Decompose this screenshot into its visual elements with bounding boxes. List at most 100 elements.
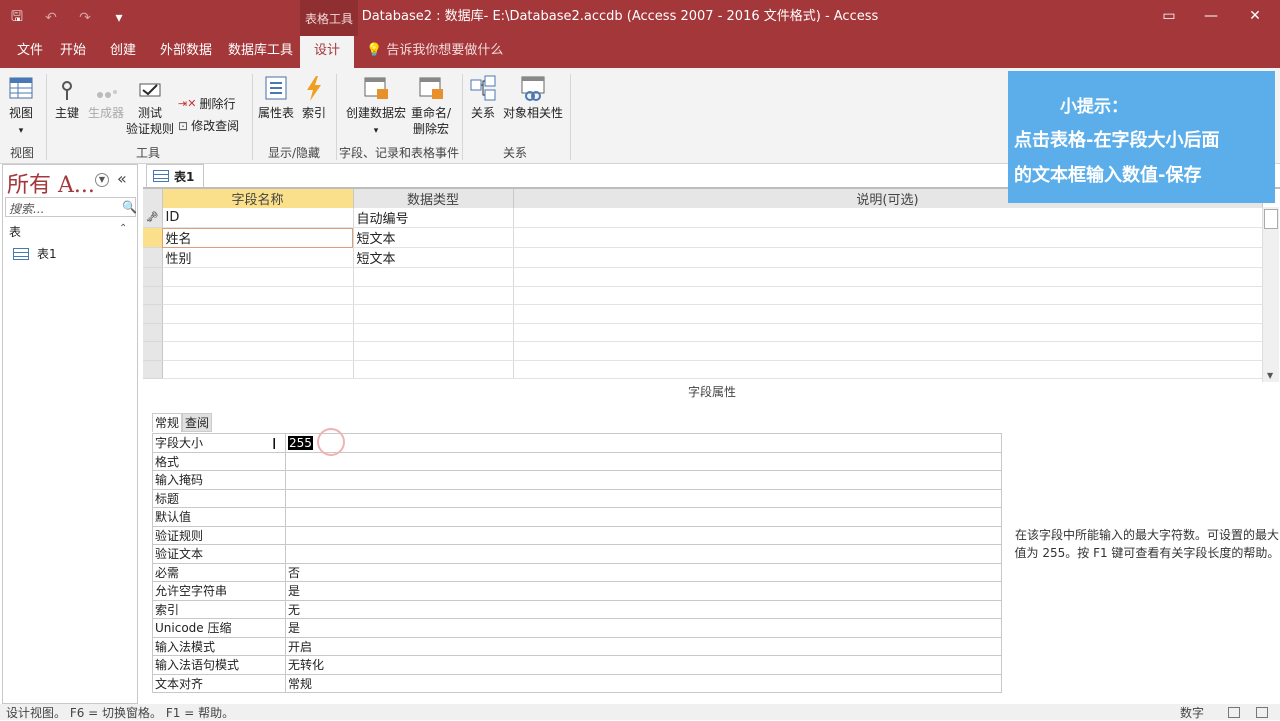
lightning-icon	[307, 76, 321, 101]
group-label-show-hide: 显示/隐藏	[267, 146, 321, 160]
table-row[interactable]	[143, 323, 1263, 342]
minimize-icon[interactable]: —	[1188, 0, 1234, 34]
tip-line-2: 的文本框输入数值-保存	[1014, 165, 1202, 186]
customize-qat-icon[interactable]: ▾	[102, 10, 136, 26]
vertical-scrollbar[interactable]: ▼	[1262, 207, 1279, 382]
text-cursor-icon: I	[272, 435, 277, 453]
status-bar: 设计视图。 F6 = 切换窗格。 F1 = 帮助。 数字	[0, 704, 1280, 720]
modify-lookups-icon: ⊡	[178, 118, 189, 133]
field-grid: 字段名称 数据类型 说明(可选) 🗝 ID 自动编号 姓名 短文本 性别 短文本	[143, 189, 1263, 379]
tip-overlay: 小提示： 点击表格-在字段大小后面 的文本框输入数值-保存	[1008, 71, 1275, 203]
field-size-input[interactable]: 255	[285, 433, 1002, 453]
table-row[interactable]: 姓名 短文本	[143, 227, 1263, 248]
title-bar: 🖫 ↶ ↷ ▾ 表格工具 Database2 : 数据库- E:\Databas…	[0, 0, 1280, 36]
undo-icon[interactable]: ↶	[34, 10, 68, 26]
primary-key-button[interactable]: 主键	[52, 80, 82, 121]
property-row[interactable]: 验证规则	[152, 525, 1002, 545]
design-view-icon[interactable]	[1256, 707, 1268, 718]
table-row[interactable]	[143, 341, 1263, 361]
tab-home[interactable]: 开始	[60, 36, 86, 68]
ribbon-tab-row: 文件 开始 创建 外部数据 数据库工具 设计 💡 告诉我你想要做什么	[0, 36, 1280, 68]
table-row[interactable]	[143, 304, 1263, 324]
search-icon[interactable]: 🔍	[122, 200, 137, 214]
property-row[interactable]: Unicode 压缩是	[152, 618, 1002, 638]
property-row[interactable]: 索引无	[152, 599, 1002, 619]
create-data-macros-button[interactable]: 创建数据宏 ▾	[344, 74, 408, 139]
window-title: Database2 : 数据库- E:\Database2.accdb (Acc…	[361, 9, 879, 24]
status-text: 设计视图。 F6 = 切换窗格。 F1 = 帮助。	[6, 706, 235, 720]
table-view-icon	[9, 77, 33, 99]
tip-line-1: 点击表格-在字段大小后面	[1014, 130, 1220, 151]
tab-file[interactable]: 文件	[17, 36, 43, 68]
row-selector[interactable]	[143, 247, 163, 268]
row-selector[interactable]	[143, 227, 163, 248]
document-area: 表1 字段名称 数据类型 说明(可选) 🗝 ID 自动编号 姓名 短文本 性别 …	[143, 164, 1280, 704]
view-button[interactable]: 视图 ▾	[6, 74, 36, 139]
chevron-up-icon[interactable]: ⌃	[119, 223, 127, 234]
property-row[interactable]: 输入法模式 开启	[152, 636, 1002, 656]
property-row[interactable]: 标题	[152, 488, 1002, 508]
table-icon	[13, 247, 29, 260]
group-label-events: 字段、记录和表格事件	[338, 146, 459, 160]
tab-external-data[interactable]: 外部数据	[160, 36, 212, 68]
indexes-button[interactable]: 索引	[300, 74, 328, 121]
rename-delete-macro-button[interactable]: 重命名/删除宏	[408, 74, 454, 137]
datasheet-view-icon[interactable]	[1228, 707, 1240, 718]
property-sheet-button[interactable]: 属性表	[256, 74, 296, 121]
nav-search-input[interactable]: 搜索... 🔍	[5, 197, 137, 217]
click-indicator	[317, 428, 345, 456]
scroll-down-icon[interactable]: ▼	[1267, 371, 1273, 380]
object-dependencies-button[interactable]: 对象相关性	[502, 74, 564, 121]
table-icon	[153, 170, 169, 182]
table-row[interactable]: 🗝 ID 自动编号	[143, 208, 1263, 228]
property-row[interactable]: 格式	[152, 451, 1002, 471]
create-macro-icon	[364, 77, 388, 99]
scrollbar-thumb[interactable]	[1264, 209, 1278, 229]
redo-icon[interactable]: ↷	[68, 10, 102, 26]
table-row[interactable]	[143, 267, 1263, 287]
group-label-relationships: 关系	[502, 146, 527, 160]
test-validation-rules-button[interactable]: 测试 验证规则	[124, 80, 176, 137]
nav-item-table1[interactable]: 表1	[13, 245, 57, 262]
collapse-pane-icon[interactable]: «	[117, 169, 127, 188]
chevron-down-icon[interactable]: ▼	[95, 173, 109, 187]
table-row[interactable]	[143, 360, 1263, 379]
property-row[interactable]: 输入掩码	[152, 470, 1002, 490]
header-field-name: 字段名称	[162, 189, 354, 208]
design-grid: 字段名称 数据类型 说明(可选) 🗝 ID 自动编号 姓名 短文本 性别 短文本	[143, 187, 1280, 382]
property-row[interactable]: 必需否	[152, 562, 1002, 582]
property-help-text: 在该字段中所能输入的最大字符数。可设置的最大值为 255。按 F1 键可查看有关…	[1014, 528, 1280, 560]
quick-access-toolbar: 🖫 ↶ ↷ ▾	[0, 0, 136, 36]
tab-lookup[interactable]: 查阅	[182, 413, 213, 432]
relationships-button[interactable]: 关系	[468, 74, 498, 121]
tab-create[interactable]: 创建	[110, 36, 136, 68]
property-row[interactable]: 文本对齐 常规	[152, 673, 1002, 693]
tab-general[interactable]: 常规	[152, 413, 183, 432]
rename-macro-icon	[419, 77, 443, 99]
ribbon-display-icon[interactable]: ▭	[1146, 0, 1192, 34]
delete-rows-button[interactable]: ⇥✕ 删除行	[178, 95, 235, 112]
primary-key-indicator-icon[interactable]: 🗝	[143, 208, 163, 228]
property-row[interactable]: 验证文本	[152, 544, 1002, 564]
table-row[interactable]	[143, 286, 1263, 305]
dependencies-icon	[521, 76, 545, 101]
property-row[interactable]: 默认值	[152, 507, 1002, 527]
num-lock-indicator: 数字	[1180, 706, 1205, 720]
property-row[interactable]: 字段大小 255	[152, 433, 1002, 453]
save-icon[interactable]: 🖫	[0, 6, 34, 30]
document-tab-table1[interactable]: 表1	[146, 164, 204, 187]
tab-database-tools[interactable]: 数据库工具	[228, 36, 293, 68]
nav-pane-header[interactable]: 所有 A...	[7, 167, 95, 199]
navigation-pane: 所有 A... ▼ « 搜索... 🔍 表 ⌃ 表1	[2, 164, 138, 704]
nav-section-tables[interactable]: 表	[9, 223, 21, 240]
property-row[interactable]: 允许空字符串是	[152, 581, 1002, 601]
modify-lookups-button[interactable]: ⊡ 修改查阅	[178, 117, 239, 134]
property-row[interactable]: 输入法语句模式 无转化	[152, 655, 1002, 675]
tip-title: 小提示：	[1060, 97, 1128, 117]
tell-me-box[interactable]: 💡 告诉我你想要做什么	[366, 36, 503, 68]
tab-design[interactable]: 设计	[300, 36, 355, 68]
table-row[interactable]: 性别 短文本	[143, 247, 1263, 268]
group-label-view: 视图	[9, 146, 34, 160]
close-icon[interactable]: ✕	[1232, 0, 1278, 34]
builder-button[interactable]: 生成器	[86, 80, 126, 121]
